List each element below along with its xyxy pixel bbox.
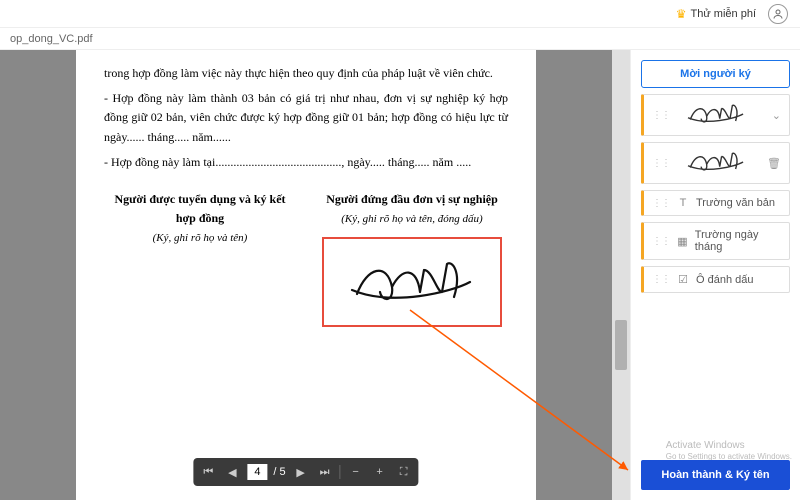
first-page-icon[interactable]: ⏮ (199, 463, 217, 481)
drag-handle-icon[interactable]: ⋮⋮ (652, 110, 670, 121)
scroll-thumb[interactable] (615, 320, 627, 370)
drag-handle-icon[interactable]: ⋮⋮ (652, 158, 670, 169)
signature-preview-icon (676, 148, 761, 179)
fit-page-icon[interactable]: ⛶ (395, 463, 413, 481)
crown-icon: ♛ (676, 7, 687, 21)
signature-column-left: Người được tuyển dụng và ký kết hợp đồng… (104, 190, 296, 327)
sig-right-title: Người đứng đầu đơn vị sự nghiệp (326, 192, 498, 206)
doc-line: - Hợp đồng này làm tại..................… (104, 153, 508, 172)
signature-tool-2[interactable]: ⋮⋮ 🗑 (641, 142, 790, 184)
sig-left-title: Người được tuyển dụng và ký kết hợp đồng (114, 192, 285, 225)
next-page-icon[interactable]: ▶ (292, 463, 310, 481)
filename-tab[interactable]: op_dong_VC.pdf (10, 33, 93, 45)
document-viewport: trong hợp đồng làm việc này thực hiện th… (0, 50, 612, 500)
checkbox-tool[interactable]: ⋮⋮ ☑ Ô đánh dấu (641, 266, 790, 293)
document-page: trong hợp đồng làm việc này thực hiện th… (76, 50, 536, 500)
signature-column-right: Người đứng đầu đơn vị sự nghiệp (Ký, ghi… (316, 190, 508, 327)
trial-button[interactable]: ♛ Thử miễn phí (676, 7, 756, 21)
prev-page-icon[interactable]: ◀ (223, 463, 241, 481)
checkbox-icon: ☑ (676, 273, 690, 286)
drag-handle-icon[interactable]: ⋮⋮ (652, 236, 670, 247)
trial-label: Thử miễn phí (691, 8, 756, 20)
date-field-tool[interactable]: ⋮⋮ ▦ Trường ngày tháng (641, 222, 790, 260)
tool-label: Trường văn bản (696, 197, 775, 209)
zoom-out-icon[interactable]: − (347, 463, 365, 481)
page-number-input[interactable] (247, 464, 267, 480)
drag-handle-icon[interactable]: ⋮⋮ (652, 274, 670, 285)
signature-tool-1[interactable]: ⋮⋮ ⌄ (641, 94, 790, 136)
tool-label: Ô đánh dấu (696, 274, 754, 286)
windows-watermark: Activate Windows Go to Settings to activ… (666, 440, 792, 462)
doc-line: trong hợp đồng làm việc này thực hiện th… (104, 64, 508, 83)
trash-icon[interactable]: 🗑 (767, 157, 781, 170)
doc-line: - Hợp đồng này làm thành 03 bản có giá t… (104, 89, 508, 147)
scrollbar[interactable] (612, 50, 630, 500)
chevron-down-icon[interactable]: ⌄ (772, 109, 781, 122)
user-avatar-icon[interactable] (768, 4, 788, 24)
invite-signer-button[interactable]: Mời người ký (641, 60, 790, 88)
page-navigation-toolbar: ⏮ ◀ / 5 ▶ ⏭ − + ⛶ (193, 458, 418, 486)
sig-right-note: (Ký, ghi rõ họ và tên, đóng dấu) (341, 213, 482, 225)
text-icon: T (676, 197, 690, 209)
page-total: / 5 (273, 466, 285, 478)
last-page-icon[interactable]: ⏭ (316, 463, 334, 481)
sig-left-note: (Ký, ghi rõ họ và tên) (153, 232, 248, 244)
sidebar: Mời người ký ⋮⋮ ⌄ ⋮⋮ 🗑 ⋮⋮ T Trường văn b… (630, 50, 800, 500)
signature-glyph-icon (342, 252, 482, 312)
tool-label: Trường ngày tháng (695, 229, 781, 253)
text-field-tool[interactable]: ⋮⋮ T Trường văn bản (641, 190, 790, 216)
zoom-in-icon[interactable]: + (371, 463, 389, 481)
finish-sign-button[interactable]: Hoàn thành & Ký tên (641, 460, 790, 490)
tab-bar: op_dong_VC.pdf (0, 28, 800, 50)
top-bar: ♛ Thử miễn phí (0, 0, 800, 28)
signature-placed[interactable] (322, 237, 502, 327)
drag-handle-icon[interactable]: ⋮⋮ (652, 198, 670, 209)
calendar-icon: ▦ (676, 235, 689, 248)
signature-preview-icon (676, 100, 766, 131)
